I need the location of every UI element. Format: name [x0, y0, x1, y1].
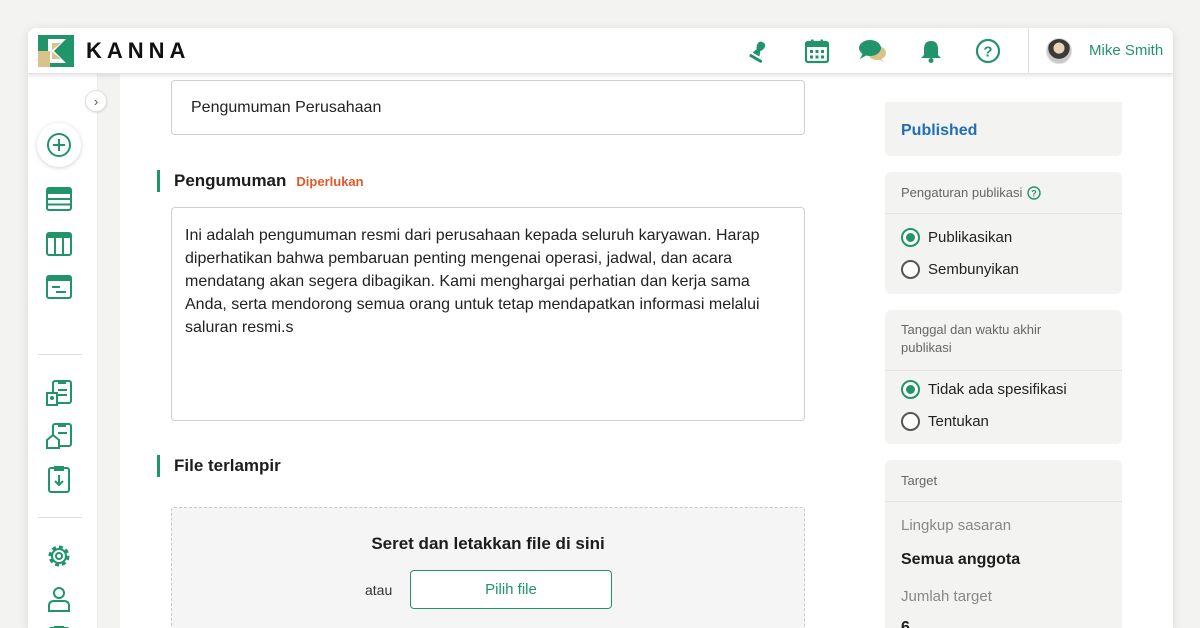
announcement-label: Pengumuman: [174, 171, 287, 190]
brand-name: KANNA: [86, 38, 191, 63]
header-divider: [1028, 28, 1029, 74]
sidebar-expand-button[interactable]: ›: [85, 90, 107, 112]
radio-unselected-icon: [901, 412, 920, 431]
kanna-logo: [38, 35, 74, 67]
avatar[interactable]: [1046, 38, 1072, 64]
pick-file-button[interactable]: Pilih file: [410, 570, 612, 609]
required-badge: Diperlukan: [296, 174, 364, 189]
bell-icon[interactable]: [916, 36, 946, 66]
status-card: Published: [885, 102, 1122, 156]
status-badge: Published: [901, 122, 978, 139]
calendar-icon[interactable]: [802, 36, 832, 66]
target-count-label: Jumlah target: [901, 588, 992, 605]
radio-unselected-icon: [901, 260, 920, 279]
radio-hide-label: Sembunyikan: [928, 261, 1019, 278]
list-icon[interactable]: [44, 184, 74, 214]
board-icon[interactable]: [44, 229, 74, 259]
user-icon[interactable]: [44, 584, 74, 614]
end-date-heading: Tanggal dan waktu akhir publikasi: [901, 322, 1042, 355]
radio-no-spec[interactable]: Tidak ada spesifikasi: [901, 380, 1067, 399]
target-count-value: 6: [901, 619, 910, 628]
announcement-body-textarea[interactable]: Ini adalah pengumuman resmi dari perusah…: [171, 207, 805, 421]
attachments-heading: File terlampir: [157, 455, 281, 477]
end-date-card: Tanggal dan waktu akhir publikasi Tidak …: [885, 310, 1122, 444]
main-content: Pengumuman Perusahaan Pengumuman Diperluk…: [120, 74, 1160, 628]
target-heading: Target: [901, 473, 938, 488]
radio-hide[interactable]: Sembunyikan: [901, 260, 1019, 279]
add-icon: [47, 133, 71, 157]
announcement-body-text: Ini adalah pengumuman resmi dari perusah…: [185, 227, 760, 336]
drop-zone-title: Seret dan letakkan file di sini: [371, 534, 605, 553]
chevron-right-icon: ›: [93, 93, 99, 109]
file-drop-zone[interactable]: Seret dan letakkan file di sini atau Pil…: [171, 507, 805, 628]
download-clipboard-icon[interactable]: [44, 464, 74, 494]
title-input[interactable]: Pengumuman Perusahaan: [171, 80, 805, 135]
radio-publish-label: Publikasikan: [928, 229, 1013, 246]
card-divider: [885, 213, 1122, 214]
settings-icon[interactable]: [44, 541, 74, 571]
publish-settings-heading: Pengaturan publikasi ?: [901, 184, 1042, 202]
svg-text:?: ?: [1032, 189, 1038, 199]
sidebar-divider: [38, 517, 82, 518]
radio-publish[interactable]: Publikasikan: [901, 228, 1012, 247]
radio-no-spec-label: Tidak ada spesifikasi: [928, 381, 1067, 398]
document-icon[interactable]: [44, 272, 74, 302]
radio-specify-label: Tentukan: [928, 413, 989, 430]
radio-selected-icon: [901, 228, 920, 247]
sidebar-divider: [38, 354, 82, 355]
publish-settings-label: Pengaturan publikasi: [901, 185, 1023, 200]
radio-specify[interactable]: Tentukan: [901, 412, 989, 431]
building-report-icon[interactable]: [44, 421, 74, 451]
stamp-icon[interactable]: [743, 36, 773, 66]
chat-icon[interactable]: [858, 36, 888, 66]
help-icon[interactable]: ?: [973, 36, 1003, 66]
svg-text:?: ?: [983, 44, 992, 61]
target-card: Target Lingkup sasaran Semua anggota Jum…: [885, 460, 1122, 628]
card-divider: [885, 370, 1122, 371]
card-divider: [885, 501, 1122, 502]
announcement-heading: Pengumuman Diperlukan: [157, 170, 364, 192]
sidebar: ›: [28, 74, 107, 628]
help-icon[interactable]: ?: [1027, 186, 1042, 200]
target-scope-value: Semua anggota: [901, 551, 1021, 568]
or-label: atau: [365, 582, 393, 598]
app-window: KANNA ? Mike Smith › Pengumuman Perusaha…: [28, 28, 1173, 628]
user-name[interactable]: Mike Smith: [1089, 42, 1163, 59]
publish-settings-card: Pengaturan publikasi ? Publikasikan Semb…: [885, 172, 1122, 294]
target-scope-label: Lingkup sasaran: [901, 517, 1012, 534]
radio-selected-icon: [901, 380, 920, 399]
clipboard-check-icon[interactable]: [44, 624, 74, 628]
top-header: KANNA ? Mike Smith: [28, 28, 1173, 74]
report-icon[interactable]: [44, 378, 74, 408]
add-button[interactable]: [37, 123, 81, 167]
sidebar-gutter: [98, 74, 120, 628]
